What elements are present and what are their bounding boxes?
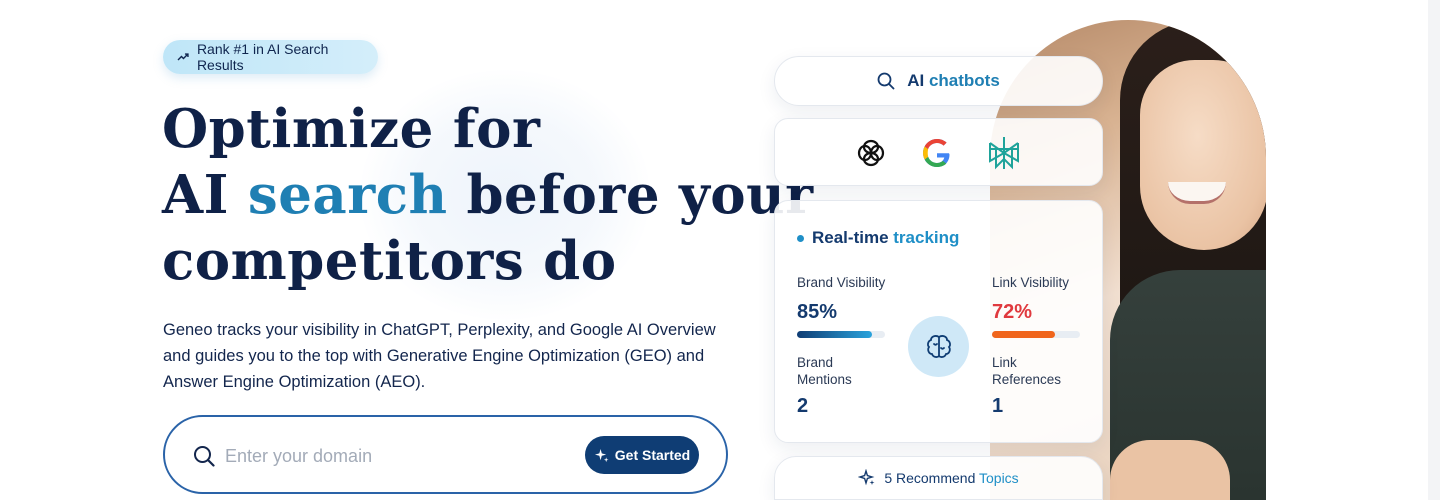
badge-label: Rank #1 in AI Search Results (196, 41, 329, 73)
domain-search-bar: Get Started (163, 415, 728, 494)
link-references-label: Link References (992, 354, 1061, 388)
brand-visibility-label: Brand Visibility (797, 275, 886, 290)
recommend-topics-card[interactable]: 5 Recommend Topics (774, 456, 1103, 500)
topics-label: 5 Recommend Topics (884, 470, 1018, 486)
realtime-tracking-card: Real-time tracking Brand Visibility 85% … (774, 200, 1103, 443)
link-references-label-line1: Link (992, 355, 1017, 370)
link-visibility-bar-fill (992, 331, 1056, 338)
chatgpt-icon (857, 139, 885, 167)
brain-icon (926, 334, 951, 358)
link-visibility-value: 72% (992, 301, 1033, 323)
trending-up-icon (177, 53, 189, 61)
link-visibility-bar (992, 331, 1080, 338)
headline-line1: Optimize for (162, 98, 541, 160)
search-icon (877, 72, 895, 90)
status-dot (797, 234, 804, 242)
sparkle-icon (858, 469, 875, 486)
ai-chatbots-card: AI chatbots (774, 56, 1103, 106)
chatbots-label-prefix: AI (907, 71, 925, 90)
link-references-value: 1 (992, 395, 1004, 417)
brand-mentions-label-line1: Brand (797, 355, 834, 370)
domain-input[interactable] (225, 442, 565, 470)
topics-label-prefix: 5 Recommend (884, 470, 976, 486)
hero-headline: Optimize for AI search before your compe… (162, 96, 814, 294)
chatbots-label-accent: chatbots (928, 71, 1000, 90)
tracking-title-accent: tracking (893, 228, 960, 247)
brand-visibility-bar-fill (797, 331, 872, 338)
headline-line2-prefix: AI (162, 164, 229, 226)
sparkle-icon (594, 448, 609, 462)
perplexity-icon (989, 137, 1019, 170)
google-icon (923, 139, 950, 167)
page-edge (1428, 0, 1440, 500)
headline-line2-suffix: before your (466, 164, 814, 226)
ai-chatbots-label: AI chatbots (907, 71, 1000, 91)
brand-mentions-value: 2 (797, 395, 809, 417)
headline-accent: search (247, 164, 448, 226)
get-started-button[interactable]: Get Started (585, 436, 699, 474)
ai-logos-card (774, 118, 1103, 186)
rank-badge: Rank #1 in AI Search Results (163, 40, 378, 74)
brand-visibility-bar (797, 331, 885, 338)
headline-line3: competitors do (162, 230, 617, 292)
link-references-label-line2: References (992, 372, 1062, 387)
brand-mentions-label: Brand Mentions (797, 354, 852, 388)
photo-hand (1110, 440, 1230, 500)
get-started-label: Get Started (614, 447, 691, 463)
brand-visibility-value: 85% (797, 301, 838, 323)
photo-face (1140, 60, 1266, 250)
brand-mentions-label-line2: Mentions (797, 372, 852, 387)
tracking-title: Real-time tracking (797, 228, 959, 248)
tracking-title-prefix: Real-time (812, 228, 889, 247)
search-icon (194, 446, 215, 467)
brain-badge (908, 316, 969, 377)
hero-description: Geneo tracks your visibility in ChatGPT,… (163, 321, 716, 391)
link-visibility-label: Link Visibility (992, 275, 1070, 290)
topics-label-accent: Topics (979, 470, 1019, 486)
